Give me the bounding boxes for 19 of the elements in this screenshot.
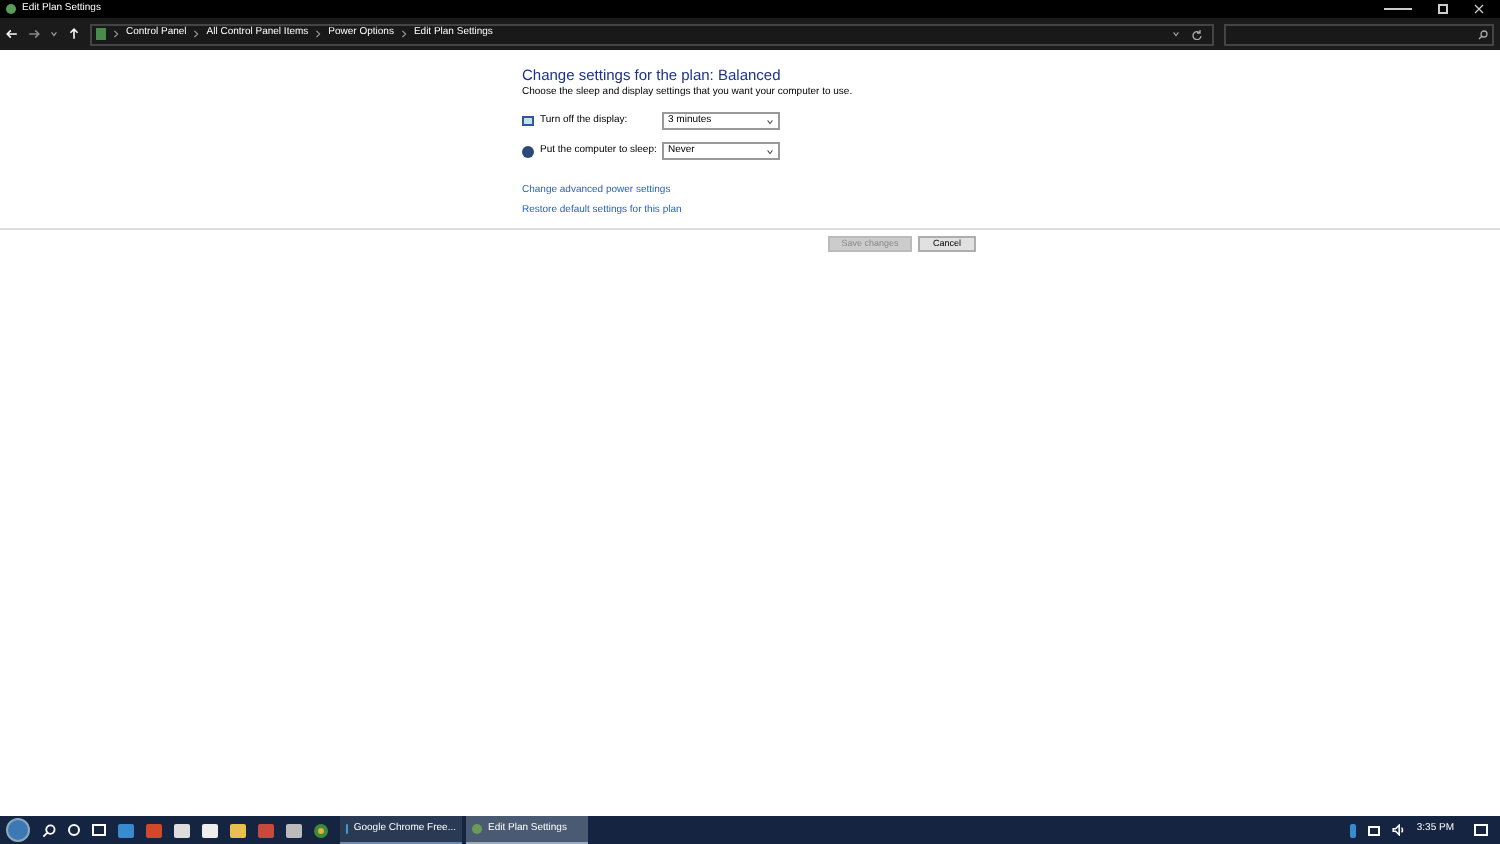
back-arrow-icon[interactable] (6, 28, 18, 40)
up-arrow-icon[interactable] (68, 28, 80, 40)
search-field[interactable] (1224, 23, 1494, 45)
refresh-icon[interactable] (1192, 29, 1202, 39)
caret-icon (766, 117, 774, 125)
cortana-icon[interactable] (68, 824, 80, 836)
search-icon[interactable] (42, 823, 56, 837)
close-icon (1474, 4, 1484, 14)
maximize-button[interactable] (1438, 4, 1448, 14)
caret-icon (766, 147, 774, 155)
forward-arrow-icon[interactable] (28, 28, 40, 40)
caret-icon[interactable] (50, 30, 58, 38)
start-button[interactable] (6, 818, 30, 842)
monitor-icon (522, 116, 534, 126)
search-icon (1478, 29, 1488, 39)
chevron-icon (112, 30, 120, 38)
caret-icon[interactable] (1172, 30, 1180, 38)
speaker-icon[interactable] (1392, 824, 1405, 836)
close-button[interactable] (1474, 4, 1484, 14)
